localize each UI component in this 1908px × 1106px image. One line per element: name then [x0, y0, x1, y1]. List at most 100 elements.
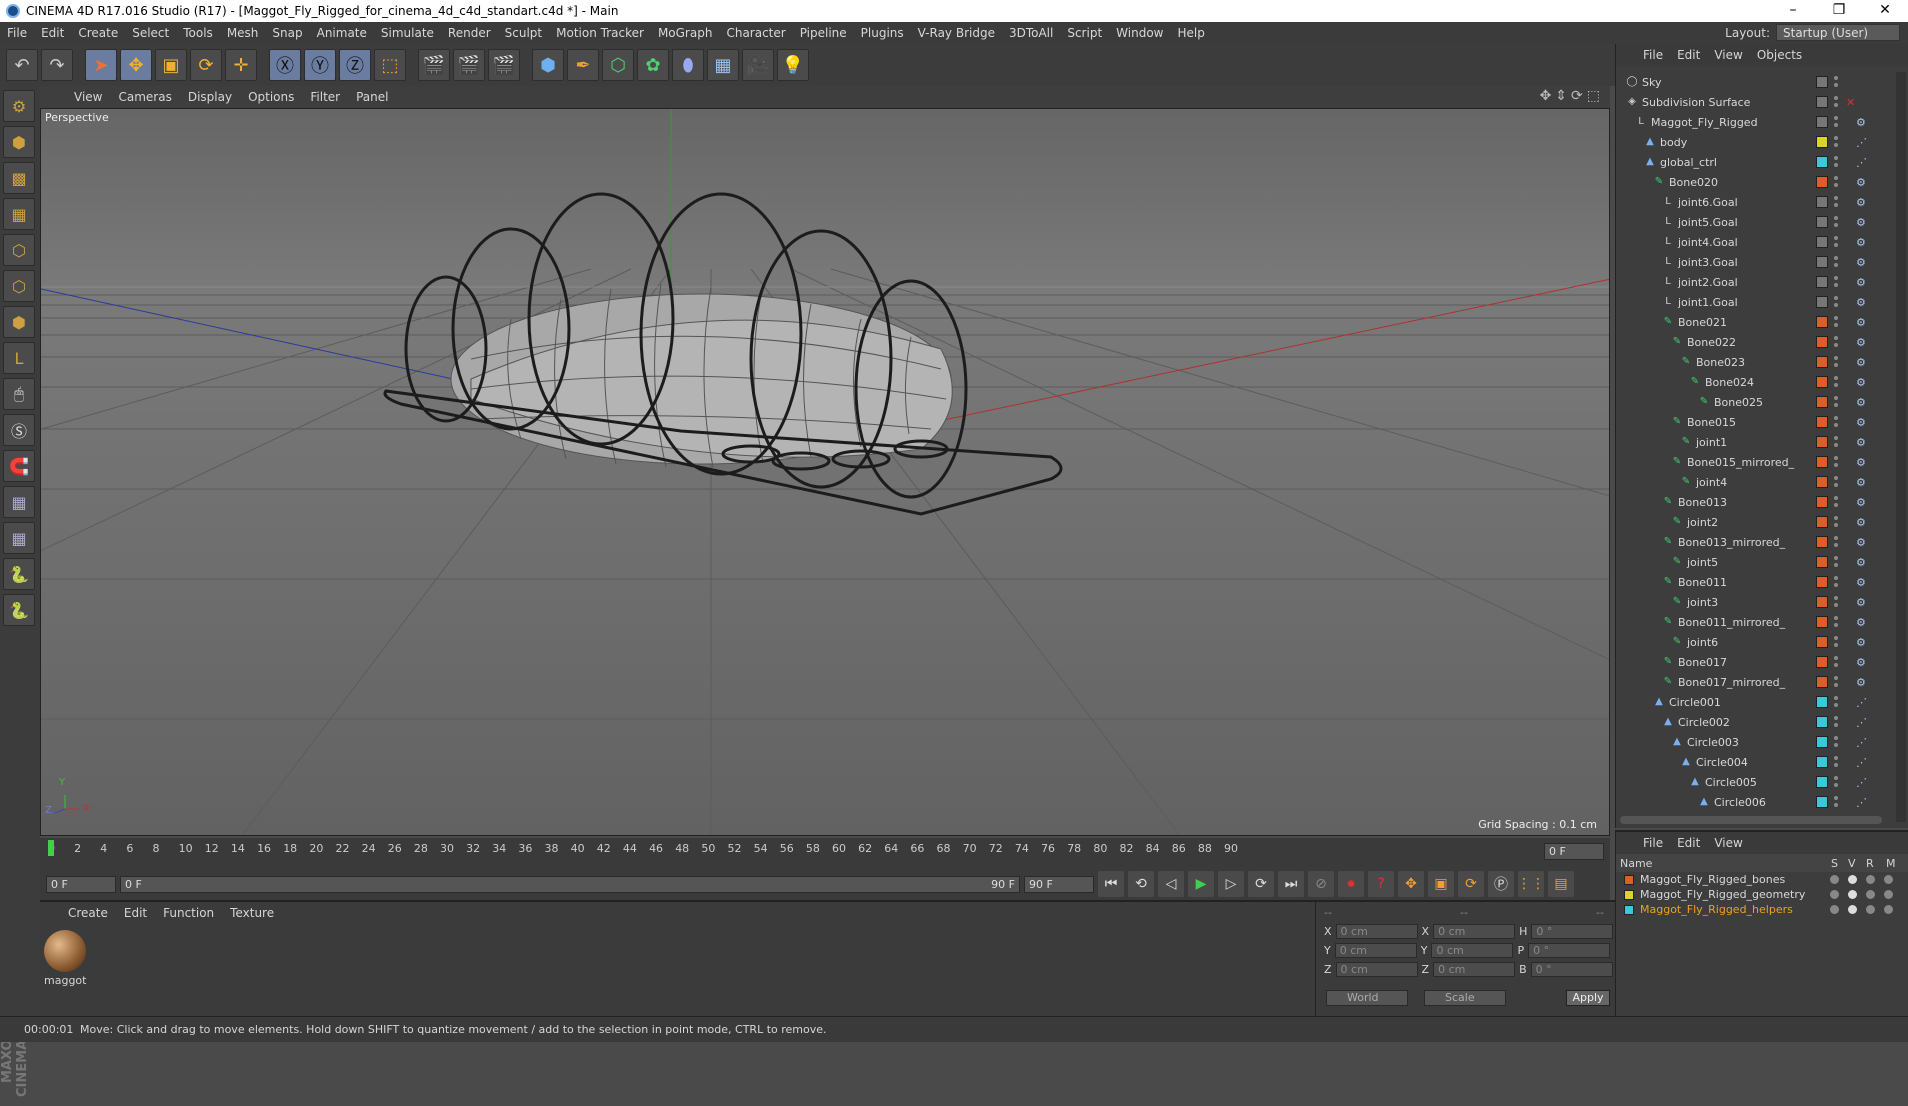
menu-v-ray-bridge[interactable]: V-Ray Bridge	[911, 26, 1002, 40]
size-field[interactable]: 0 cm	[1433, 962, 1516, 977]
object-row[interactable]: Ljoint4.Goal ⚙	[1616, 232, 1886, 252]
object-tag-icon[interactable]: ⋰	[1856, 776, 1867, 789]
visibility-dots[interactable]	[1834, 196, 1838, 208]
viewport-menu-display[interactable]: Display	[180, 90, 240, 104]
model-mode-icon[interactable]: ⬢	[3, 126, 35, 158]
object-tag-icon[interactable]: ⋰	[1856, 796, 1867, 809]
objects-menu-edit[interactable]: Edit	[1670, 48, 1707, 62]
object-row[interactable]: ✎ Bone015 ⚙	[1616, 412, 1886, 432]
viewport-menu-filter[interactable]: Filter	[302, 90, 348, 104]
layer-toggle-r[interactable]	[1866, 890, 1875, 899]
viewport-menu-view[interactable]: View	[66, 90, 110, 104]
layer-color-tag[interactable]	[1816, 76, 1828, 88]
layer-color-tag[interactable]	[1816, 156, 1828, 168]
visibility-dots[interactable]	[1834, 696, 1838, 708]
menu-script[interactable]: Script	[1060, 26, 1109, 40]
object-row[interactable]: ✎ Bone025 ⚙	[1616, 392, 1886, 412]
layer-color-tag[interactable]	[1816, 136, 1828, 148]
visibility-dots[interactable]	[1834, 796, 1838, 808]
layer-row[interactable]: Maggot_Fly_Rigged_geometry	[1616, 887, 1908, 902]
layer-color-tag[interactable]	[1816, 196, 1828, 208]
menu-mograph[interactable]: MoGraph	[651, 26, 720, 40]
apply-button[interactable]: Apply	[1566, 990, 1610, 1006]
restore-button[interactable]: ❐	[1816, 0, 1862, 22]
material-preview[interactable]	[44, 930, 86, 972]
object-tag-icon[interactable]: ⚙	[1856, 416, 1866, 429]
object-row[interactable]: ✎ joint2 ⚙	[1616, 512, 1886, 532]
rotation-field[interactable]: 0 °	[1531, 924, 1614, 939]
object-tag-icon[interactable]: ⋰	[1856, 756, 1867, 769]
object-row[interactable]: ▲ Circle002 ⋰	[1616, 712, 1886, 732]
rotation-field[interactable]: 0 °	[1530, 962, 1613, 977]
object-row[interactable]: ✎ Bone017 ⚙	[1616, 652, 1886, 672]
material-menu-create[interactable]: Create	[60, 906, 116, 920]
visibility-dots[interactable]	[1834, 576, 1838, 588]
cube-object-icon[interactable]: ⬢	[532, 49, 564, 81]
layer-color-tag[interactable]	[1816, 216, 1828, 228]
visibility-dots[interactable]	[1834, 456, 1838, 468]
object-tag-icon[interactable]: ⚙	[1856, 316, 1866, 329]
layout-dropdown[interactable]: Startup (User)	[1776, 24, 1900, 41]
menu-motion-tracker[interactable]: Motion Tracker	[549, 26, 651, 40]
visibility-dots[interactable]	[1834, 116, 1838, 128]
viewport-menu-options[interactable]: Options	[240, 90, 302, 104]
start-frame-field[interactable]: 0 F	[46, 875, 116, 893]
object-tag-icon[interactable]: ⋰	[1856, 136, 1867, 149]
menu-3dtoall[interactable]: 3DToAll	[1002, 26, 1060, 40]
python-script-icon[interactable]: 🐍	[3, 594, 35, 626]
visibility-dots[interactable]	[1834, 676, 1838, 688]
redo-icon[interactable]: ↷	[41, 49, 73, 81]
layer-color-tag[interactable]	[1816, 556, 1828, 568]
layer-color-swatch[interactable]	[1624, 874, 1634, 885]
object-tag-icon[interactable]: ⚙	[1856, 536, 1866, 549]
autokey-icon[interactable]: ?	[1368, 871, 1394, 897]
object-tag-icon[interactable]: ⋰	[1856, 156, 1867, 169]
key-param-icon[interactable]: Ⓟ	[1488, 871, 1514, 897]
object-tag-icon[interactable]: ⚙	[1856, 436, 1866, 449]
axis-mode-icon[interactable]: L	[3, 342, 35, 374]
render-settings-icon[interactable]: 🎬	[488, 49, 520, 81]
layer-toggle-v[interactable]	[1848, 875, 1857, 884]
scale-tool-icon[interactable]: ▣	[155, 49, 187, 81]
object-row[interactable]: ◈ Subdivision Surface ✕	[1616, 92, 1886, 112]
menu-file[interactable]: File	[0, 26, 34, 40]
object-tag-icon[interactable]: ⚙	[1856, 176, 1866, 189]
object-row[interactable]: ✎ Bone022 ⚙	[1616, 332, 1886, 352]
material-menu-texture[interactable]: Texture	[222, 906, 282, 920]
objects-menu-objects[interactable]: Objects	[1750, 48, 1809, 62]
layer-color-tag[interactable]	[1816, 616, 1828, 628]
object-row[interactable]: ✎ Bone020 ⚙	[1616, 172, 1886, 192]
polygons-mode-icon[interactable]: ⬢	[3, 306, 35, 338]
select-cursor-icon[interactable]: ➤	[85, 49, 117, 81]
visibility-dots[interactable]	[1834, 176, 1838, 188]
minimize-button[interactable]: –	[1770, 0, 1816, 22]
array-icon[interactable]: ✿	[637, 49, 669, 81]
object-row[interactable]: ◯ Sky	[1616, 72, 1886, 92]
viewport-menu-panel[interactable]: Panel	[348, 90, 396, 104]
solo-icon[interactable]: Ⓢ	[3, 414, 35, 446]
layer-color-tag[interactable]	[1816, 516, 1828, 528]
menu-select[interactable]: Select	[125, 26, 176, 40]
x-axis-icon[interactable]: Ⓧ	[269, 49, 301, 81]
layer-toggle-m[interactable]	[1884, 905, 1893, 914]
edges-mode-icon[interactable]: ⬡	[3, 270, 35, 302]
object-tag-icon[interactable]: ⚙	[1856, 616, 1866, 629]
object-tag-icon[interactable]: ⚙	[1856, 576, 1866, 589]
object-tag-icon[interactable]: ⚙	[1856, 656, 1866, 669]
object-tag-icon[interactable]: ⋰	[1856, 696, 1867, 709]
key-rotation-icon[interactable]: ⟳	[1458, 871, 1484, 897]
object-tag-icon[interactable]: ⚙	[1856, 636, 1866, 649]
menu-animate[interactable]: Animate	[310, 26, 374, 40]
object-row[interactable]: ▲ global_ctrl ⋰	[1616, 152, 1886, 172]
deformer-icon[interactable]: ⬮	[672, 49, 704, 81]
visibility-dots[interactable]	[1834, 736, 1838, 748]
layer-color-tag[interactable]	[1816, 296, 1828, 308]
object-row[interactable]: ▲ Circle005 ⋰	[1616, 772, 1886, 792]
object-scrollbar-vertical[interactable]	[1896, 72, 1906, 822]
perspective-viewport[interactable]: Perspective Y X Z Grid Spacing : 0.1 cm	[40, 108, 1610, 836]
layer-toggle-m[interactable]	[1884, 875, 1893, 884]
key-scale-icon[interactable]: ▣	[1428, 871, 1454, 897]
object-tag-icon[interactable]: ⚙	[1856, 276, 1866, 289]
visibility-dots[interactable]	[1834, 396, 1838, 408]
menu-simulate[interactable]: Simulate	[374, 26, 441, 40]
